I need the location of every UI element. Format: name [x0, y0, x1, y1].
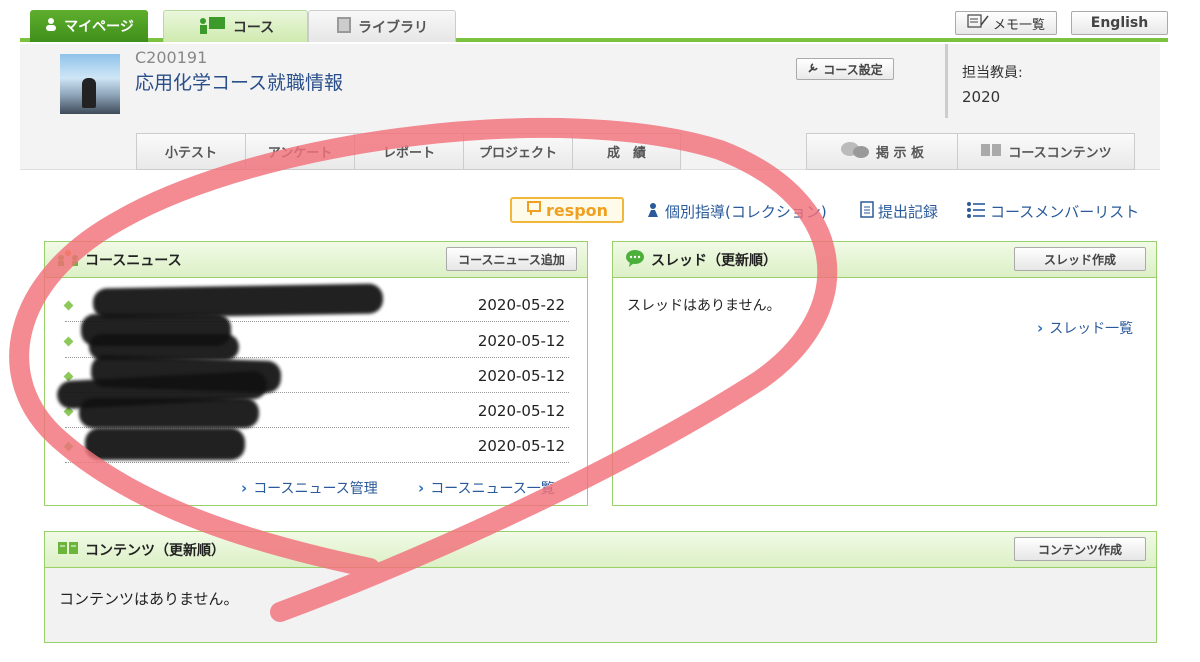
tab-course-contents[interactable]: コースコンテンツ	[958, 133, 1135, 170]
news-list-label: コースニュース一覧	[430, 481, 555, 497]
open-book-icon	[980, 142, 1002, 162]
contents-header: コンテンツ（更新順）	[45, 532, 1156, 568]
course-news-panel: コースニュース コースニュース追加 2020-05-22 2020-05-12 …	[44, 241, 588, 506]
tab-mypage[interactable]: マイページ	[30, 10, 148, 42]
document-icon	[860, 201, 874, 222]
tab-library-label: ライブラリ	[358, 19, 428, 36]
respon-icon	[526, 200, 542, 220]
member-list-label: コースメンバーリスト	[990, 203, 1140, 221]
threads-title: スレッド（更新順）	[651, 252, 777, 269]
news-date: 2020-05-12	[477, 437, 565, 455]
threads-panel: スレッド（更新順） スレッド作成 スレッドはありません。 › スレッド一覧	[612, 241, 1157, 506]
course-right-tabs: 掲 示 板 コースコンテンツ	[806, 133, 1135, 170]
chevron-right-icon: ›	[418, 479, 425, 497]
chat-bubbles-icon	[840, 141, 870, 163]
news-manage-label: コースニュース管理	[253, 481, 378, 497]
course-news-title: コースニュース	[85, 252, 182, 269]
news-date: 2020-05-22	[477, 296, 565, 314]
page-root: マイページ コース ライブラリ メモ一覧 English C200191 応用化…	[0, 0, 1200, 662]
news-date: 2020-05-12	[477, 402, 565, 420]
open-book-icon	[57, 540, 79, 560]
create-thread-button[interactable]: スレッド作成	[1014, 247, 1146, 271]
memo-list-label: メモ一覧	[992, 17, 1045, 33]
teacher-label: 担当教員:	[962, 65, 1023, 81]
course-subtabs: 小テスト アンケート レポート プロジェクト 成 績	[136, 133, 681, 170]
memo-icon	[967, 14, 989, 32]
chevron-right-icon: ›	[241, 479, 248, 497]
add-news-button[interactable]: コースニュース追加	[446, 247, 577, 271]
tab-board-label: 掲 示 板	[875, 146, 925, 161]
contents-panel: コンテンツ（更新順） コンテンツ作成 コンテンツはありません。	[44, 531, 1157, 643]
redaction-mark	[85, 428, 245, 460]
submission-records-label: 提出記録	[878, 203, 939, 221]
thread-list-label: スレッド一覧	[1049, 321, 1134, 337]
course-settings-label: コース設定	[823, 62, 883, 77]
user-icon	[44, 17, 58, 35]
tab-mypage-label: マイページ	[64, 19, 134, 35]
tab-course-label: コース	[232, 19, 275, 36]
people-icon	[57, 249, 79, 271]
course-code: C200191	[135, 48, 208, 67]
news-date: 2020-05-12	[477, 367, 565, 385]
subtab-quiz[interactable]: 小テスト	[136, 133, 245, 170]
thread-list-link[interactable]: › スレッド一覧	[1037, 318, 1133, 338]
subtab-survey[interactable]: アンケート	[245, 133, 354, 170]
course-thumbnail	[60, 54, 120, 114]
redaction-mark	[79, 398, 259, 428]
threads-empty-text: スレッドはありません。	[627, 298, 781, 314]
memo-list-button[interactable]: メモ一覧	[955, 11, 1057, 35]
respon-button[interactable]: respon	[510, 197, 624, 223]
top-nav: マイページ コース ライブラリ メモ一覧 English	[20, 6, 1168, 42]
book-icon	[336, 16, 352, 38]
divider	[945, 44, 948, 118]
tab-course[interactable]: コース	[163, 10, 308, 42]
subtab-grades[interactable]: 成 績	[572, 133, 681, 170]
person-icon	[645, 202, 661, 222]
course-settings-button[interactable]: コース設定	[796, 58, 894, 80]
subtab-project[interactable]: プロジェクト	[463, 133, 572, 170]
bullet-icon	[63, 441, 74, 452]
respon-label: respon	[545, 200, 609, 220]
tab-library[interactable]: ライブラリ	[308, 10, 456, 42]
bullet-icon	[63, 300, 74, 311]
member-list-link[interactable]: コースメンバーリスト	[966, 201, 1139, 222]
subtab-report[interactable]: レポート	[354, 133, 463, 170]
contents-title: コンテンツ（更新順）	[85, 542, 225, 559]
news-list-link[interactable]: › コースニュース一覧	[418, 478, 555, 498]
submission-records-link[interactable]: 提出記録	[860, 201, 938, 222]
teacher-board-icon	[197, 15, 227, 39]
tab-board[interactable]: 掲 示 板	[806, 133, 958, 170]
news-date: 2020-05-12	[477, 332, 565, 350]
bullet-icon	[63, 336, 74, 347]
teacher-value: 2020	[962, 88, 1001, 106]
member-list-icon	[966, 201, 986, 222]
tab-course-contents-label: コースコンテンツ	[1008, 146, 1112, 161]
course-header: C200191 応用化学コース就職情報 コース設定 担当教員: 2020 小テス…	[20, 44, 1160, 170]
speech-bubble-icon	[625, 249, 645, 271]
individual-guidance-link[interactable]: 個別指導(コレクション)	[645, 201, 827, 222]
news-manage-link[interactable]: › コースニュース管理	[241, 478, 378, 498]
english-button[interactable]: English	[1071, 11, 1168, 35]
individual-guidance-label: 個別指導(コレクション)	[665, 203, 827, 221]
create-contents-button[interactable]: コンテンツ作成	[1014, 537, 1146, 561]
course-name[interactable]: 応用化学コース就職情報	[135, 68, 343, 95]
contents-empty-text: コンテンツはありません。	[59, 590, 239, 608]
wrench-icon	[807, 62, 819, 77]
chevron-right-icon: ›	[1037, 319, 1044, 337]
